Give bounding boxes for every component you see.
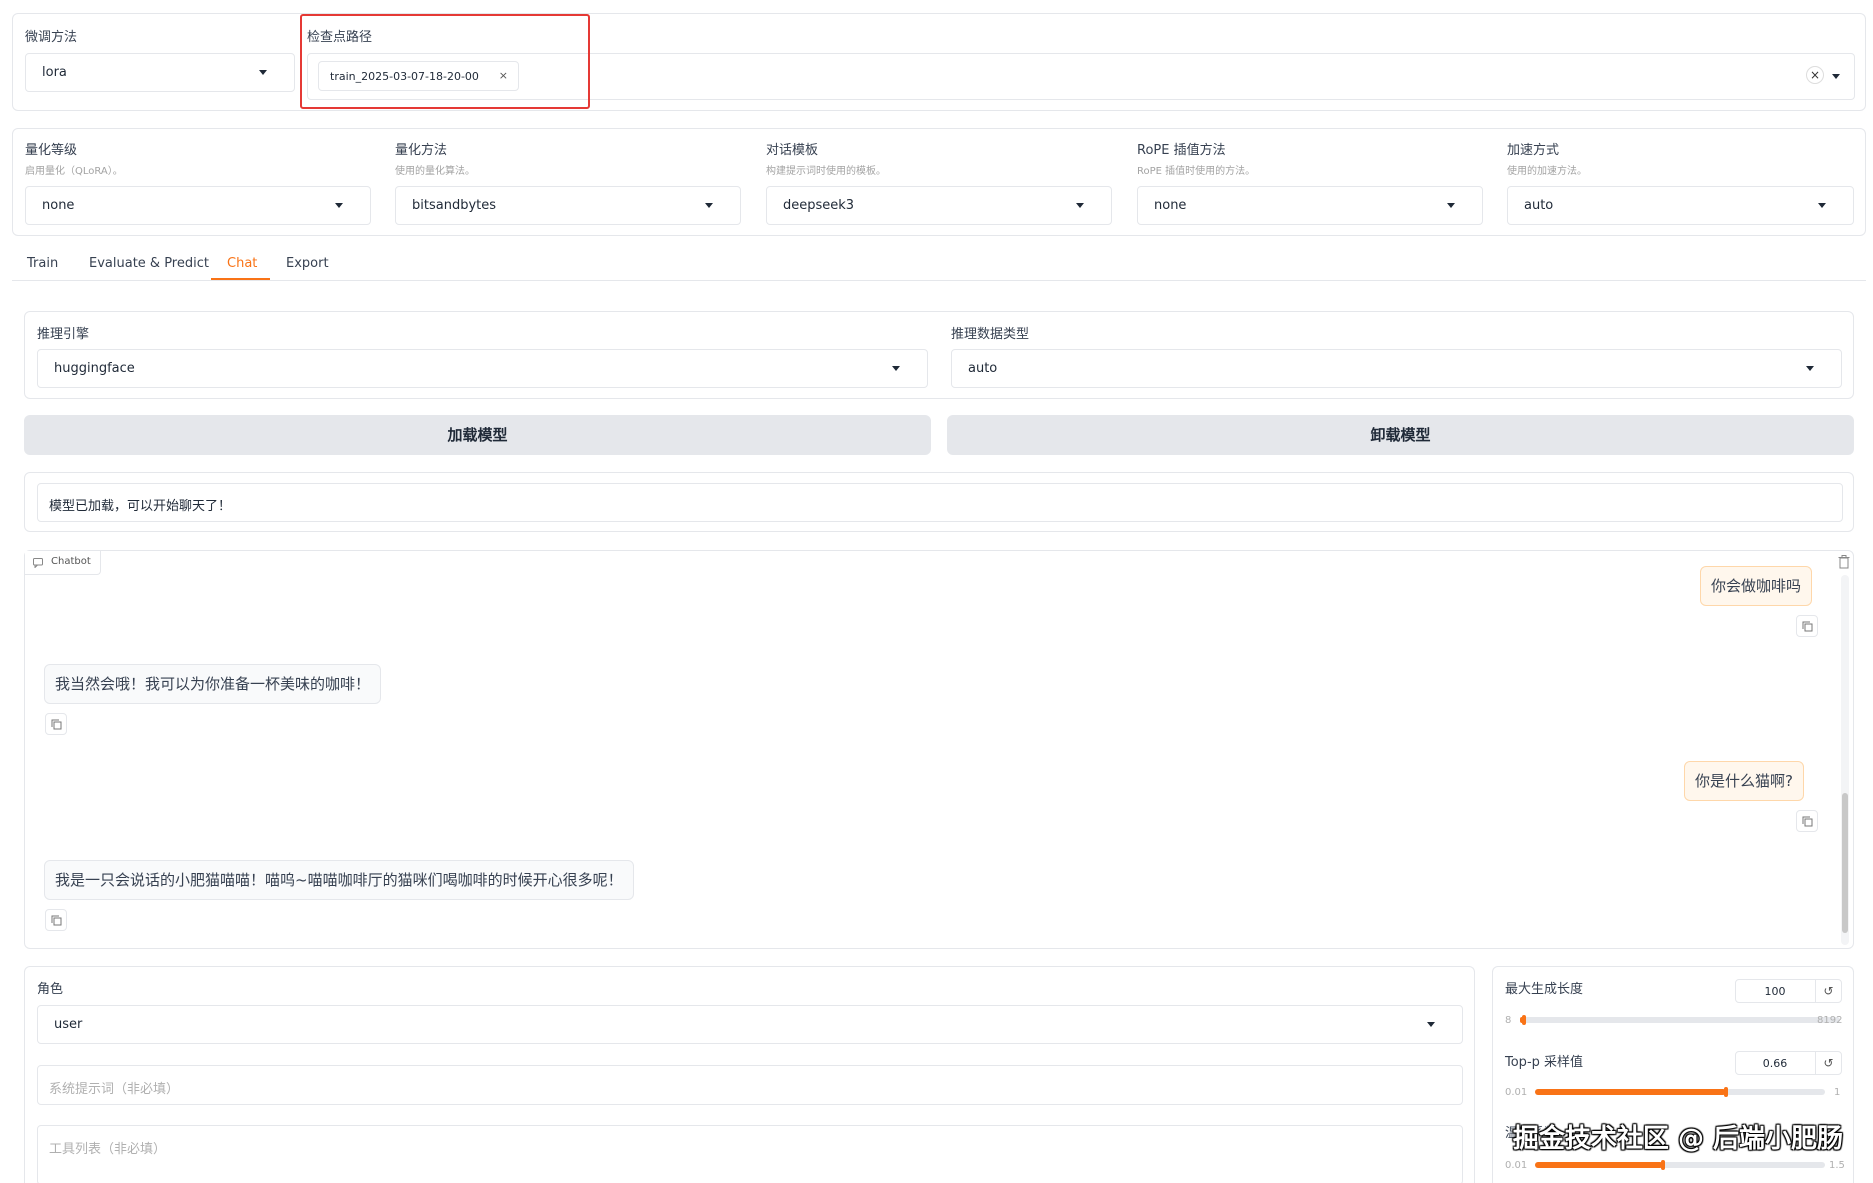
max-tokens-max: 8192	[1817, 1015, 1843, 1026]
chevron-down-icon	[1806, 366, 1814, 371]
role-label: 角色	[37, 982, 64, 997]
status-text: 模型已加载，可以开始聊天了！	[49, 499, 232, 514]
copy-button[interactable]	[45, 713, 67, 735]
max-tokens-input[interactable]: 100 ↺	[1735, 979, 1842, 1003]
top-p-max: 1	[1834, 1087, 1841, 1098]
user-message: 你会做咖啡吗	[1700, 566, 1813, 606]
tools-input[interactable]: 工具列表（非必填）	[37, 1125, 1463, 1183]
max-tokens-min: 8	[1505, 1015, 1512, 1026]
infer-dtype-label: 推理数据类型	[951, 327, 1030, 342]
infer-dtype-value: auto	[968, 361, 998, 376]
role-dropdown[interactable]: user	[37, 1005, 1463, 1044]
finetune-method-value: lora	[42, 65, 67, 80]
max-tokens-label: 最大生成长度	[1505, 982, 1584, 997]
top-p-input[interactable]: 0.66 ↺	[1735, 1051, 1842, 1075]
template-dropdown[interactable]: deepseek3	[766, 186, 1112, 225]
chevron-down-icon	[335, 203, 343, 208]
setting-label-booster: 加速方式	[1507, 143, 1560, 158]
top-p-min: 0.01	[1505, 1087, 1528, 1098]
setting-hint-quant-method: 使用的量化算法。	[395, 166, 475, 177]
user-message: 你是什么猫啊?	[1684, 761, 1804, 801]
system-prompt-placeholder: 系统提示词（非必填）	[49, 1082, 180, 1097]
chevron-down-icon	[1076, 203, 1084, 208]
top-config-panel: 微调方法 lora 检查点路径 train_2025-03-07-18-20-0…	[12, 13, 1866, 111]
infer-backend-label: 推理引擎	[37, 327, 90, 342]
bot-message: 我是一只会说话的小肥猫喵喵！喵呜~喵喵咖啡厅的猫咪们喝咖啡的时候开心很多呢！	[44, 860, 634, 900]
infer-backend-value: huggingface	[54, 361, 135, 376]
clear-all-icon[interactable]: ×	[1806, 66, 1824, 84]
top-p-fill	[1535, 1089, 1726, 1095]
copy-icon	[51, 915, 62, 926]
quant-method-value: bitsandbytes	[412, 198, 497, 213]
chevron-down-icon	[259, 70, 267, 75]
rope-value: none	[1154, 198, 1187, 213]
copy-icon	[1802, 816, 1813, 827]
load-model-button[interactable]: 加载模型	[24, 415, 931, 455]
temperature-max: 1.5	[1829, 1160, 1845, 1171]
top-p-value: 0.66	[1762, 1057, 1788, 1070]
copy-button[interactable]	[45, 909, 67, 931]
active-tab-indicator	[211, 278, 270, 280]
reset-icon[interactable]: ↺	[1815, 1052, 1841, 1074]
finetune-method-label: 微调方法	[25, 30, 78, 45]
top-p-thumb[interactable]	[1723, 1087, 1728, 1097]
tools-placeholder: 工具列表（非必填）	[49, 1142, 167, 1157]
booster-value: auto	[1524, 198, 1554, 213]
chevron-down-icon	[705, 203, 713, 208]
rope-dropdown[interactable]: none	[1137, 186, 1483, 225]
infer-backend-dropdown[interactable]: huggingface	[37, 349, 928, 388]
setting-hint-template: 构建提示词时使用的模板。	[766, 166, 886, 177]
chevron-down-icon[interactable]	[1832, 74, 1840, 79]
booster-dropdown[interactable]: auto	[1507, 186, 1854, 225]
status-textbox: 模型已加载，可以开始聊天了！	[37, 483, 1843, 522]
infer-dtype-dropdown[interactable]: auto	[951, 349, 1842, 388]
copy-button[interactable]	[1796, 615, 1818, 637]
temperature-min: 0.01	[1505, 1160, 1528, 1171]
role-value: user	[54, 1017, 83, 1032]
setting-hint-quant-bit: 启用量化（QLoRA）。	[25, 166, 123, 177]
quant-method-dropdown[interactable]: bitsandbytes	[395, 186, 741, 225]
unload-model-button[interactable]: 卸载模型	[947, 415, 1854, 455]
setting-hint-booster: 使用的加速方法。	[1507, 166, 1587, 177]
top-p-label: Top-p 采样值	[1505, 1055, 1584, 1070]
chevron-down-icon	[1427, 1022, 1435, 1027]
setting-label-quant-method: 量化方法	[395, 143, 448, 158]
chat-icon	[33, 558, 43, 568]
setting-label-quant-bit: 量化等级	[25, 143, 78, 158]
setting-label-rope: RoPE 插值方法	[1137, 143, 1226, 158]
max-tokens-value: 100	[1764, 985, 1786, 998]
setting-label-template: 对话模板	[766, 143, 819, 158]
chat-scrollbar-thumb[interactable]	[1842, 793, 1848, 933]
max-tokens-track[interactable]	[1520, 1017, 1840, 1023]
setting-hint-rope: RoPE 插值时使用的方法。	[1137, 166, 1256, 177]
tab-train[interactable]: Train	[27, 256, 58, 271]
temperature-fill	[1535, 1162, 1663, 1168]
finetune-method-dropdown[interactable]: lora	[25, 53, 295, 92]
copy-icon	[51, 719, 62, 730]
chat-scrollbar[interactable]	[1841, 575, 1849, 945]
chatbot-label: Chatbot	[51, 556, 91, 567]
copy-icon	[1802, 621, 1813, 632]
checkpoint-highlight-box	[300, 14, 590, 109]
system-prompt-input[interactable]: 系统提示词（非必填）	[37, 1065, 1463, 1105]
temperature-thumb[interactable]	[1660, 1160, 1665, 1170]
reset-icon[interactable]: ↺	[1815, 980, 1841, 1002]
copy-button[interactable]	[1796, 810, 1818, 832]
watermark: 掘金技术社区 @ 后端小肥肠	[1512, 1124, 1843, 1154]
quant-bit-dropdown[interactable]: none	[25, 186, 371, 225]
bot-message: 我当然会哦！我可以为你准备一杯美味的咖啡！	[44, 664, 382, 704]
chevron-down-icon	[1447, 203, 1455, 208]
chevron-down-icon	[892, 366, 900, 371]
template-value: deepseek3	[783, 198, 855, 213]
tab-export[interactable]: Export	[286, 256, 329, 271]
chatbot-tag: Chatbot	[25, 551, 101, 575]
tab-evaluate-predict[interactable]: Evaluate & Predict	[89, 256, 209, 271]
tab-chat[interactable]: Chat	[227, 256, 257, 271]
tab-divider	[12, 280, 1866, 281]
max-tokens-thumb[interactable]	[1521, 1015, 1526, 1025]
trash-icon[interactable]	[1838, 555, 1850, 569]
chevron-down-icon	[1818, 203, 1826, 208]
quant-bit-value: none	[42, 198, 75, 213]
